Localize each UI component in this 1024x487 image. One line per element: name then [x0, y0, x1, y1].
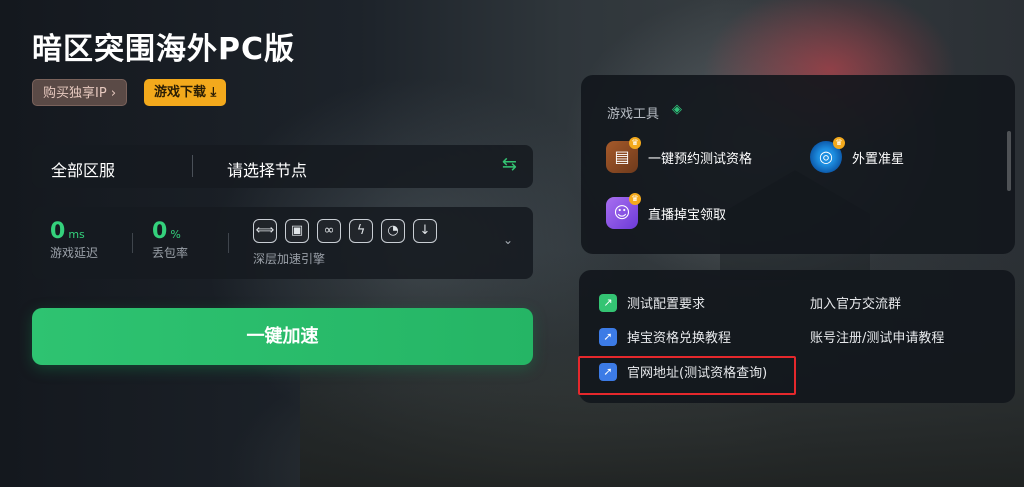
link-label: 掉宝资格兑换教程: [627, 331, 732, 346]
packet-loss-label: 丢包率: [152, 246, 189, 260]
link-icon[interactable]: ⟺: [253, 219, 277, 243]
gauge-icon[interactable]: ◔: [381, 219, 405, 243]
scrollbar[interactable]: [1007, 131, 1011, 191]
download-icon[interactable]: ↓: [413, 219, 437, 243]
tools-title: 游戏工具: [607, 107, 660, 122]
latency-unit: ms: [68, 228, 85, 241]
chevron-down-icon[interactable]: ⌄: [503, 233, 513, 247]
game-title: 暗区突围海外PC版: [32, 32, 296, 67]
swap-arrows-icon[interactable]: ⇆: [502, 154, 517, 175]
latency-value: 0: [50, 219, 66, 244]
download-icon: ⤓: [210, 85, 217, 100]
engine-icons: ⟺ ▣ ∞ ϟ ◔ ↓: [253, 219, 437, 243]
tool-crosshair[interactable]: ◎ ♛ 外置准星: [810, 137, 905, 173]
network-icon[interactable]: ∞: [317, 219, 341, 243]
buy-exclusive-ip-button[interactable]: 购买独享IP ›: [32, 79, 128, 106]
game-download-label: 游戏下载: [154, 85, 207, 100]
link-register-tutorial[interactable]: 账号注册/测试申请教程: [810, 327, 944, 346]
engine-label: 深层加速引擎: [253, 252, 326, 266]
cube-icon: ◈: [672, 102, 682, 117]
stats-panel: 0 ms 游戏延迟 0% 丢包率 ⟺ ▣ ∞ ϟ ◔ ↓ 深层加速引擎 ⌄: [32, 207, 533, 279]
tool-label: 直播掉宝领取: [648, 207, 727, 223]
latency-label: 游戏延迟: [50, 246, 99, 260]
link-join-group[interactable]: 加入官方交流群: [810, 293, 901, 312]
tool-live-drop[interactable]: ☺ ♛ 直播掉宝领取: [606, 193, 727, 229]
packet-loss-stat: 0% 丢包率: [152, 219, 188, 261]
chevron-right-icon: ›: [110, 86, 117, 101]
divider: [228, 233, 229, 253]
link-label: 加入官方交流群: [810, 297, 902, 312]
region-select[interactable]: 全部区服: [51, 157, 115, 181]
tool-label: 一键预约测试资格: [648, 151, 753, 167]
crown-icon: ♛: [629, 137, 641, 149]
bolt-icon[interactable]: ϟ: [349, 219, 373, 243]
buy-exclusive-ip-label: 购买独享IP: [43, 86, 107, 101]
screen-icon[interactable]: ▣: [285, 219, 309, 243]
latency-stat: 0 ms 游戏延迟: [50, 219, 98, 261]
game-download-button[interactable]: 游戏下载 ⤓: [144, 79, 227, 106]
tool-reserve-test[interactable]: ▤ ♛ 一键预约测试资格: [606, 137, 753, 173]
cursor-icon: ➚: [599, 327, 617, 346]
crosshair-icon: ◎ ♛: [810, 137, 845, 173]
highlight-box: [578, 356, 796, 395]
divider: [132, 233, 133, 253]
packet-loss-value: 0: [152, 219, 168, 244]
link-label: 测试配置要求: [627, 297, 706, 312]
link-drop-tutorial[interactable]: ➚ 掉宝资格兑换教程: [599, 327, 731, 346]
divider: [192, 155, 193, 177]
crown-icon: ♛: [833, 137, 845, 149]
tool-label: 外置准星: [852, 151, 905, 167]
link-icon: ↗: [599, 293, 617, 312]
game-tools-panel: 游戏工具 ◈ ▤ ♛ 一键预约测试资格 ◎ ♛ 外置准星 ☺ ♛ 直播掉宝领取: [581, 75, 1015, 254]
reserve-icon: ▤ ♛: [606, 137, 641, 173]
node-select[interactable]: 请选择节点: [227, 157, 307, 181]
node-selector-bar: 全部区服 请选择节点 ⇆: [32, 145, 533, 188]
packet-loss-unit: %: [170, 228, 181, 241]
link-label: 账号注册/测试申请教程: [810, 331, 945, 346]
crown-icon: ♛: [629, 193, 641, 205]
one-click-boost-button[interactable]: 一键加速: [32, 308, 533, 365]
live-drop-icon: ☺ ♛: [606, 193, 641, 229]
link-test-config[interactable]: ↗ 测试配置要求: [599, 293, 705, 312]
